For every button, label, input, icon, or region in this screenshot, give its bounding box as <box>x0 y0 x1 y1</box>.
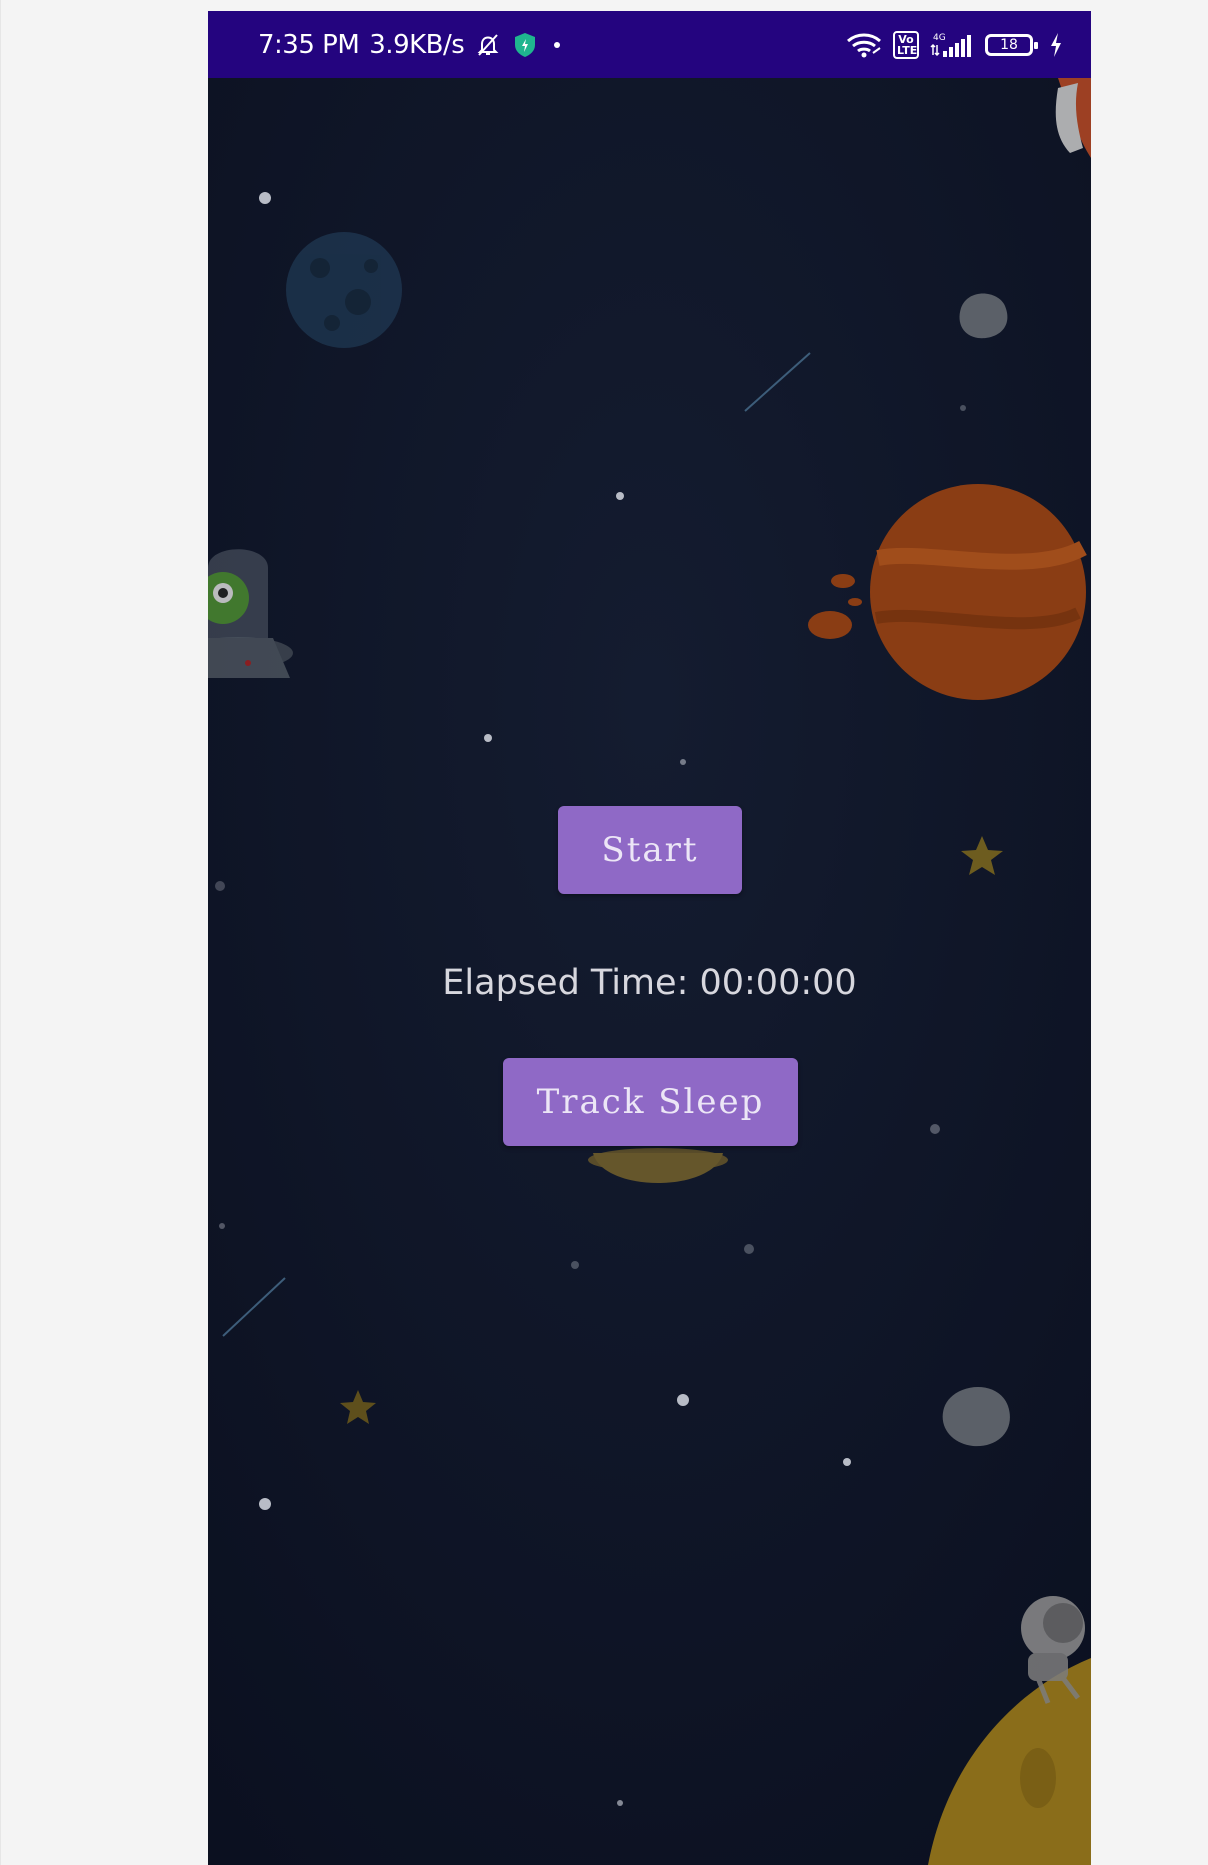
elapsed-time-label: Elapsed Time: 00:00:00 <box>442 963 857 1003</box>
status-right: Vo LTE 4G 18 <box>845 11 1063 78</box>
status-left: 7:35 PM 3.9KB/s <box>258 11 566 78</box>
shield-icon <box>512 31 538 59</box>
wifi-icon <box>845 31 883 59</box>
battery-level: 18 <box>1000 36 1018 53</box>
dot-icon <box>548 40 566 50</box>
status-bar: 7:35 PM 3.9KB/s Vo LTE 4G 18 <box>208 11 1091 78</box>
battery-icon: 18 <box>985 33 1038 56</box>
main-content: Start Elapsed Time: 00:00:00 Track Sleep <box>208 78 1091 1865</box>
network-label: 4G <box>933 33 946 43</box>
status-time: 7:35 PM <box>258 29 360 60</box>
page: 7:35 PM 3.9KB/s Vo LTE 4G 18 Start Elaps… <box>0 0 1208 1865</box>
track-sleep-button[interactable]: Track Sleep <box>503 1058 798 1146</box>
signal-icon: 4G <box>929 31 975 59</box>
status-speed: 3.9KB/s <box>369 29 465 60</box>
phone-screen: 7:35 PM 3.9KB/s Vo LTE 4G 18 Start Elaps… <box>208 11 1091 1865</box>
volte-icon: Vo LTE <box>893 30 919 59</box>
charging-bolt-icon <box>1049 32 1063 58</box>
start-button[interactable]: Start <box>558 806 742 894</box>
mute-bell-icon <box>474 31 502 59</box>
